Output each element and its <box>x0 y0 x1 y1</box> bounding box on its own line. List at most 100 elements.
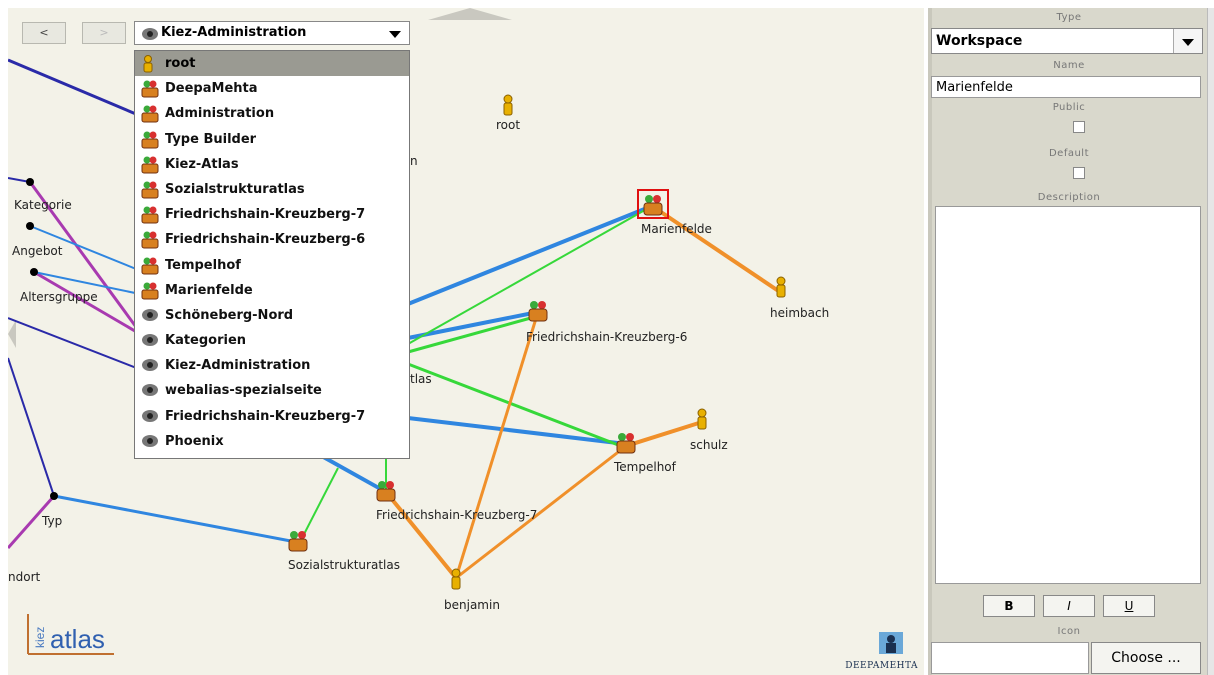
node-label-typ[interactable]: Typ <box>42 514 62 528</box>
dropdown-item-label: Administration <box>165 106 275 122</box>
edge[interactable] <box>650 204 782 294</box>
workspace-icon[interactable] <box>376 480 396 502</box>
dropdown-item-label: Marienfelde <box>165 282 253 298</box>
workspace-icon[interactable] <box>643 194 663 216</box>
node-label-heimbach[interactable]: heimbach <box>770 306 829 320</box>
dropdown-item-label: Friedrichshain-Kreuzberg-6 <box>165 232 366 248</box>
user-icon[interactable] <box>450 568 462 590</box>
type-value: Workspace <box>936 33 1023 49</box>
dropdown-item[interactable]: webalias-spezialseite <box>135 378 409 403</box>
dropdown-item[interactable]: Type Builder <box>135 127 409 152</box>
type-node-altersgruppe[interactable] <box>30 268 38 276</box>
dropdown-item-label: Sozialstrukturatlas <box>165 181 305 197</box>
default-checkbox[interactable] <box>1073 167 1085 179</box>
forward-button[interactable]: > <box>82 22 126 44</box>
node-label-sozial[interactable]: Sozialstrukturatlas <box>288 558 400 572</box>
description-editor[interactable] <box>935 206 1201 584</box>
edge[interactable] <box>407 205 653 345</box>
dropdown-item-label: Phoenix <box>165 433 224 449</box>
deepamehta-logo: DeepaMehta <box>828 631 918 671</box>
dropdown-item-label: Schöneberg-Nord <box>165 307 294 323</box>
node-label-schulz[interactable]: schulz <box>690 438 728 452</box>
dropdown-item-label: Kiez-Administration <box>165 358 311 374</box>
chevron-down-icon[interactable] <box>1173 29 1202 53</box>
node-label-altersgruppe[interactable]: Altersgruppe <box>20 290 98 304</box>
chevron-down-icon[interactable] <box>389 31 401 38</box>
icon-field[interactable] <box>931 642 1089 674</box>
group-icon <box>141 282 159 300</box>
edge[interactable] <box>8 357 55 497</box>
node-label-partial[interactable]: n <box>410 154 418 168</box>
dropdown-item-label: Tempelhof <box>165 257 241 273</box>
type-select[interactable]: Workspace <box>931 28 1203 54</box>
dropdown-item[interactable]: Kiez-Atlas <box>135 152 409 177</box>
graph-canvas[interactable]: root Marienfelde heimbach Friedrichshain… <box>8 8 924 675</box>
node-label-kategorie[interactable]: Kategorie <box>14 198 72 212</box>
workspace-icon[interactable] <box>616 432 636 454</box>
workspace-dropdown-list[interactable]: root DeepaMehta Administration Type Builder… <box>134 50 410 459</box>
node-label-benjamin[interactable]: benjamin <box>444 598 500 612</box>
underline-button[interactable]: U <box>1103 595 1155 617</box>
eye-icon <box>141 307 159 323</box>
node-label-fk6[interactable]: Friedrichshain-Kreuzberg-6 <box>526 330 687 344</box>
dropdown-item[interactable]: Friedrichshain-Kreuzberg-7 <box>135 202 409 227</box>
node-label-fk7[interactable]: Friedrichshain-Kreuzberg-7 <box>376 508 537 522</box>
dropdown-item-label: Kategorien <box>165 333 247 349</box>
group-icon <box>141 181 159 199</box>
bold-button[interactable]: B <box>983 595 1035 617</box>
public-checkbox[interactable] <box>1073 121 1085 133</box>
workspace-selector[interactable]: Kiez-Administration <box>134 21 410 45</box>
group-icon <box>141 80 159 98</box>
edge[interactable] <box>407 204 653 306</box>
eye-icon <box>141 408 159 424</box>
icon-label: Icon <box>1057 626 1081 637</box>
public-label: Public <box>1052 102 1086 113</box>
type-node-kategorie[interactable] <box>26 178 34 186</box>
edge[interactable] <box>454 311 540 579</box>
name-field[interactable] <box>931 76 1201 98</box>
dropdown-item[interactable]: Schöneberg-Nord <box>135 303 409 328</box>
node-label-marienfelde[interactable]: Marienfelde <box>641 222 712 236</box>
scroll-up-indicator[interactable] <box>428 8 512 20</box>
type-node-typ[interactable] <box>50 492 58 500</box>
name-label: Name <box>1053 60 1085 71</box>
workspace-icon[interactable] <box>288 530 308 552</box>
kiez-atlas-logo: kiez atlas <box>24 612 116 656</box>
group-icon <box>141 257 159 275</box>
dropdown-item[interactable]: Administration <box>135 101 409 126</box>
user-icon[interactable] <box>775 276 787 298</box>
window-edge <box>1207 8 1214 675</box>
user-icon <box>141 55 155 73</box>
choose-icon-button[interactable]: Choose ... <box>1091 642 1201 674</box>
user-icon[interactable] <box>502 94 514 116</box>
properties-panel: Type Workspace Name Public Default Descr… <box>928 8 1207 675</box>
type-node-angebot[interactable] <box>26 222 34 230</box>
dropdown-item[interactable]: Marienfelde <box>135 278 409 303</box>
dropdown-item-label: Friedrichshain-Kreuzberg-7 <box>165 207 366 223</box>
eye-icon <box>141 382 159 398</box>
dropdown-item[interactable]: Friedrichshain-Kreuzberg-6 <box>135 227 409 252</box>
back-button[interactable]: < <box>22 22 66 44</box>
dropdown-item[interactable]: DeepaMehta <box>135 76 409 101</box>
node-label-tempelhof[interactable]: Tempelhof <box>614 460 676 474</box>
edge[interactable] <box>53 494 297 544</box>
group-icon <box>141 105 159 123</box>
italic-button[interactable]: I <box>1043 595 1095 617</box>
dropdown-item[interactable]: root <box>135 51 409 77</box>
dropdown-item[interactable]: Tempelhof <box>135 253 409 278</box>
node-label-partial[interactable]: tlas <box>410 372 432 386</box>
workspace-icon[interactable] <box>528 300 548 322</box>
dropdown-item[interactable]: Sozialstrukturatlas <box>135 177 409 202</box>
node-label-standort[interactable]: ndort <box>8 570 40 584</box>
node-label-angebot[interactable]: Angebot <box>12 244 62 258</box>
eye-icon <box>141 332 159 348</box>
edge[interactable] <box>407 416 627 446</box>
dropdown-item[interactable]: Friedrichshain-Kreuzberg-7 <box>135 404 409 429</box>
node-label-root[interactable]: root <box>496 118 520 132</box>
user-icon[interactable] <box>696 408 708 430</box>
dropdown-item[interactable]: Kategorien <box>135 328 409 353</box>
scroll-left-indicator[interactable] <box>8 320 16 348</box>
dropdown-item[interactable]: Phoenix <box>135 429 409 454</box>
group-icon <box>141 231 159 249</box>
dropdown-item[interactable]: Kiez-Administration <box>135 353 409 378</box>
